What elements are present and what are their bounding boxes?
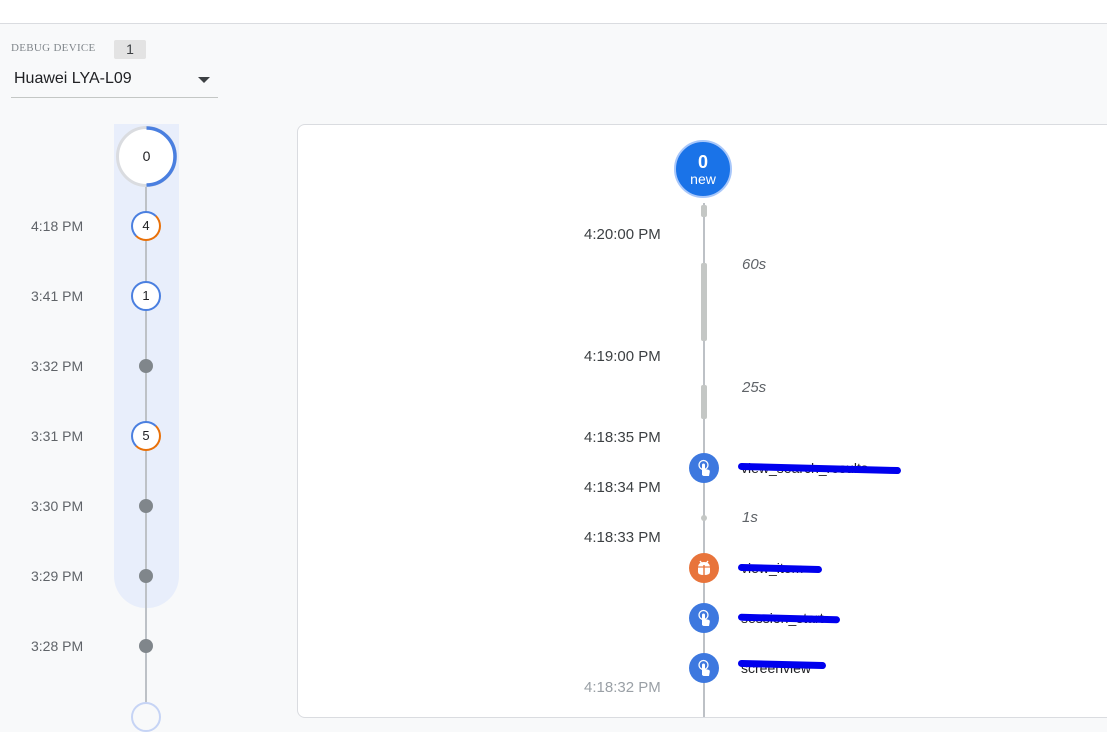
minute-row[interactable]: 3:41 PM 1	[0, 281, 200, 311]
minute-row[interactable]: 3:32 PM	[0, 351, 200, 381]
minute-empty-dot[interactable]	[139, 359, 153, 373]
touch-icon[interactable]	[689, 453, 719, 483]
debug-device-dropdown[interactable]: Huawei LYA-L09	[11, 64, 218, 98]
second-timestamp: 4:18:35 PM	[584, 429, 661, 446]
minute-time: 3:32 PM	[31, 358, 84, 374]
touch-icon[interactable]	[689, 653, 719, 683]
timeline-gap-bar	[701, 385, 707, 419]
time-gap-label: 60s	[742, 256, 767, 273]
minute-row[interactable]: 3:30 PM	[0, 491, 200, 521]
second-timestamp: 4:18:32 PM	[584, 679, 661, 696]
top-bar	[0, 0, 1107, 24]
dropdown-arrow-icon[interactable]	[198, 77, 210, 83]
debug-device-name: Huawei LYA-L09	[14, 70, 132, 87]
second-timestamp: 4:18:34 PM	[584, 479, 661, 496]
minute-empty-dot[interactable]	[139, 569, 153, 583]
timeline-gap-bar	[701, 205, 707, 217]
minute-row[interactable]: 3:28 PM	[0, 631, 200, 661]
touch-icon[interactable]	[689, 603, 719, 633]
android-bug-icon[interactable]	[689, 553, 719, 583]
minute-row[interactable]: 3:29 PM	[0, 561, 200, 591]
timeline-gap-dot	[701, 515, 707, 521]
new-events-counter[interactable]: 0 new	[674, 140, 732, 198]
second-timestamp: 4:19:00 PM	[584, 348, 661, 365]
minute-time: 3:31 PM	[31, 428, 84, 444]
second-timestamp: 4:20:00 PM	[584, 226, 661, 243]
minute-time: 3:28 PM	[31, 638, 84, 654]
debug-device-label: DEBUG DEVICE	[11, 42, 96, 54]
time-gap-label: 1s	[742, 509, 758, 526]
minute-time: 3:29 PM	[31, 568, 84, 584]
minute-row[interactable]: 4:18 PM 4	[0, 211, 200, 241]
current-minute-counter[interactable]: 0	[116, 126, 177, 187]
minute-empty-dot[interactable]	[139, 499, 153, 513]
minute-empty-dot[interactable]	[139, 639, 153, 653]
minute-event-count-badge[interactable]: 4	[131, 211, 161, 241]
current-minute-count: 0	[142, 148, 151, 164]
debug-device-count-badge: 1	[114, 40, 146, 59]
new-events-label: new	[690, 171, 716, 187]
minute-time: 4:18 PM	[31, 218, 84, 234]
minute-more-badge[interactable]	[131, 702, 161, 732]
second-timestamp: 4:18:33 PM	[584, 529, 661, 546]
minute-row[interactable]: 3:31 PM 5	[0, 421, 200, 451]
new-events-count: 0	[697, 152, 708, 172]
timeline-gap-bar	[701, 263, 707, 341]
minute-time: 3:30 PM	[31, 498, 84, 514]
minute-event-count-badge[interactable]: 5	[131, 421, 161, 451]
seconds-stream-panel: 0 new 4:20:00 PM 4:19:00 PM 4:18:35 PM 4…	[297, 124, 1107, 718]
minute-event-count-badge[interactable]: 1	[131, 281, 161, 311]
time-gap-label: 25s	[742, 379, 767, 396]
minute-time: 3:41 PM	[31, 288, 84, 304]
